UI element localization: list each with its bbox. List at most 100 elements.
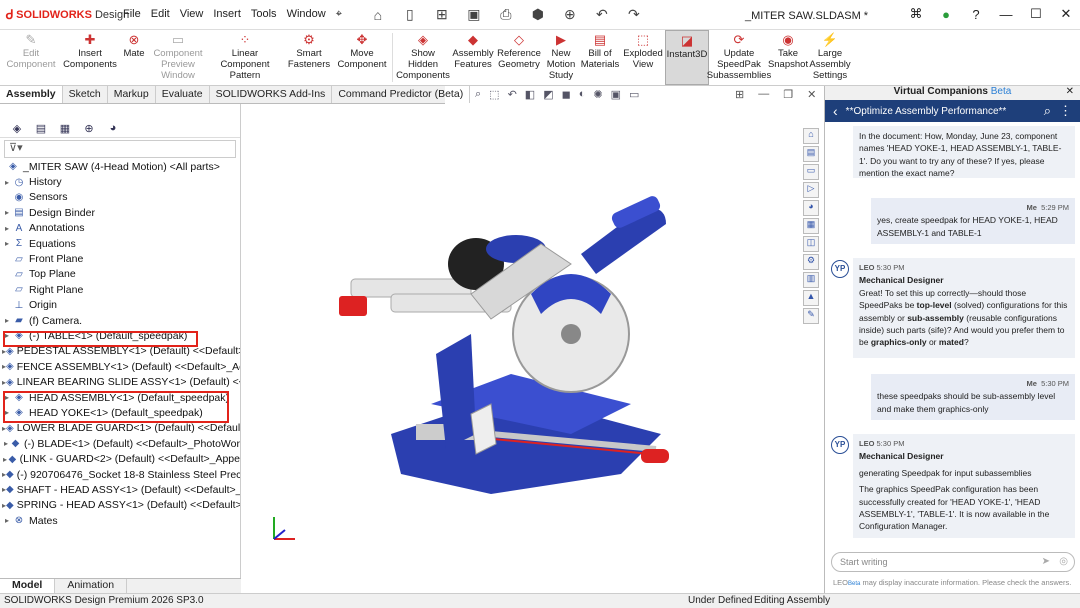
tree-item[interactable]: ▸ ◆ (LINK - GUARD<2> (Default) <<Default>_…: [0, 451, 240, 466]
expand-arrow-icon[interactable]: ▸: [2, 239, 12, 248]
section-view-icon[interactable]: ◧: [525, 88, 535, 101]
feature-manager-icon[interactable]: ◈: [8, 122, 26, 135]
expand-arrow-icon[interactable]: ▸: [2, 224, 12, 233]
settings-icon[interactable]: ◎: [1059, 556, 1068, 567]
tree-item[interactable]: ▱ Right Plane: [0, 282, 240, 297]
tree-item[interactable]: ▱ Top Plane: [0, 267, 240, 282]
menu-window[interactable]: Window: [282, 8, 331, 21]
forum-icon[interactable]: ◫: [803, 236, 819, 252]
globe-icon[interactable]: ⊕: [559, 6, 581, 23]
hide-show-icon[interactable]: ◐: [579, 88, 586, 101]
update-speedpak-button[interactable]: ⟳ Update SpeedPak Subassemblies: [707, 30, 771, 85]
expand-arrow-icon[interactable]: ▸: [2, 316, 12, 325]
print-icon[interactable]: ⎙: [495, 6, 517, 23]
new-icon[interactable]: ▯: [399, 6, 421, 23]
viewport-close-icon[interactable]: ✕: [807, 88, 816, 101]
back-icon[interactable]: ‹: [833, 103, 838, 119]
tree-item[interactable]: ▸ Σ Equations: [0, 236, 240, 251]
expand-arrow-icon[interactable]: ▸: [2, 178, 12, 187]
menu-file[interactable]: File: [118, 8, 146, 21]
toolbox-icon[interactable]: ⚙: [803, 254, 819, 270]
tab-command-predictor[interactable]: Command Predictor (Beta): [332, 86, 471, 103]
help-icon[interactable]: ?: [968, 7, 984, 22]
undo-icon[interactable]: ↶: [591, 6, 613, 23]
tips-icon[interactable]: ▲: [803, 290, 819, 306]
expand-arrow-icon[interactable]: ▸: [2, 516, 12, 525]
scene-icon[interactable]: ▣: [611, 88, 621, 101]
view-settings-icon[interactable]: ▭: [629, 88, 639, 101]
linear-component-pattern-button[interactable]: ⁘ Linear Component Pattern: [206, 30, 284, 85]
custom-properties-icon[interactable]: ▦: [803, 218, 819, 234]
redo-icon[interactable]: ↷: [623, 6, 645, 23]
tree-item[interactable]: ▸ ◆ (-) BLADE<1> (Default) <<Default>_Phot…: [0, 436, 240, 451]
show-hidden-components-button[interactable]: ◈ Show Hidden Components: [395, 30, 451, 85]
tree-item[interactable]: ▸ ◆ SPRING - HEAD ASSY<1> (Default) <<Defa…: [0, 498, 240, 513]
chat-input[interactable]: Start writing ➤ ◎: [831, 552, 1075, 572]
take-snapshot-button[interactable]: ◉ Take Snapshot: [768, 30, 808, 85]
property-manager-icon[interactable]: ▤: [32, 122, 50, 135]
tree-item[interactable]: ▸ ▰ (f) Camera.: [0, 313, 240, 328]
design-library-icon[interactable]: ▤: [803, 146, 819, 162]
tab-markup[interactable]: Markup: [108, 86, 156, 103]
table-icon[interactable]: ▥: [803, 272, 819, 288]
open-icon[interactable]: ⊞: [431, 6, 453, 23]
close-icon[interactable]: ✕: [1058, 6, 1074, 22]
menu-tools[interactable]: Tools: [246, 8, 282, 21]
reference-geometry-button[interactable]: ◇ Reference Geometry: [495, 30, 543, 85]
tab-model[interactable]: Model: [0, 579, 56, 593]
tab-assembly[interactable]: Assembly: [0, 86, 63, 103]
file-explorer-icon[interactable]: ▭: [803, 164, 819, 180]
panel-close-icon[interactable]: ✕: [1066, 86, 1074, 97]
search-icon[interactable]: ⌕: [1044, 103, 1051, 119]
edit-component-button[interactable]: ✎ Edit Component: [0, 30, 62, 85]
mate-button[interactable]: ⊗ Mate: [118, 30, 150, 85]
previous-view-icon[interactable]: ↶: [508, 88, 517, 101]
viewport-restore-icon[interactable]: ❐: [783, 88, 793, 101]
tree-item[interactable]: ▸ ◆ (-) 920706476_Socket 18-8 Stainless St…: [0, 467, 240, 482]
component-preview-window-button[interactable]: ▭ Component Preview Window: [150, 30, 206, 85]
dimxpert-icon[interactable]: ⊕: [80, 122, 98, 135]
tree-item[interactable]: ▱ Front Plane: [0, 251, 240, 266]
insert-components-button[interactable]: ✚ Insert Components: [62, 30, 118, 85]
minimize-icon[interactable]: —: [998, 7, 1014, 22]
display-style-icon[interactable]: ◼: [562, 88, 571, 101]
viewport-minimize-icon[interactable]: —: [758, 88, 769, 101]
assembly-features-button[interactable]: ◆ Assembly Features: [451, 30, 495, 85]
tree-item[interactable]: ▸ ▤ Design Binder: [0, 205, 240, 220]
send-icon[interactable]: ➤: [1042, 556, 1050, 567]
more-menu-icon[interactable]: ⋮: [1059, 103, 1072, 119]
view-palette-icon[interactable]: ▷: [803, 182, 819, 198]
tree-item[interactable]: ▸ ◈ FENCE ASSEMBLY<1> (Default) <<Default>…: [0, 359, 240, 374]
tab-sketch[interactable]: Sketch: [63, 86, 108, 103]
tree-item[interactable]: ⊥ Origin: [0, 298, 240, 313]
tree-item[interactable]: ▸ ◷ History: [0, 174, 240, 189]
view-orientation-icon[interactable]: ◩: [543, 88, 553, 101]
configuration-manager-icon[interactable]: ▦: [56, 122, 74, 135]
miter-saw-model[interactable]: [241, 104, 824, 593]
rebuild-icon[interactable]: ⬢: [527, 6, 549, 23]
edit-appearance-icon[interactable]: ✺: [593, 88, 602, 101]
tree-item[interactable]: ▸ ⊗ Mates: [0, 513, 240, 528]
tab-evaluate[interactable]: Evaluate: [156, 86, 210, 103]
notes-icon[interactable]: ✎: [803, 308, 819, 324]
large-assembly-settings-button[interactable]: ⚡ Large Assembly Settings: [807, 30, 853, 85]
zoom-area-icon[interactable]: ⬚: [489, 88, 499, 101]
tree-filter[interactable]: ⊽▾: [4, 140, 236, 158]
smart-fasteners-button[interactable]: ⚙ Smart Fasteners: [284, 30, 334, 85]
zoom-fit-icon[interactable]: ⌕: [475, 88, 481, 101]
tab-animation[interactable]: Animation: [55, 579, 128, 593]
expand-arrow-icon[interactable]: ▸: [2, 208, 12, 217]
user-icon[interactable]: ●: [938, 7, 954, 22]
expand-arrow-icon[interactable]: ▸: [2, 439, 10, 448]
solidworks-resources-icon[interactable]: ⌂: [803, 128, 819, 144]
new-motion-study-button[interactable]: ▶ New Motion Study: [543, 30, 579, 85]
display-manager-icon[interactable]: ◕: [104, 122, 122, 135]
appearances-icon[interactable]: ◕: [803, 200, 819, 216]
menu-insert[interactable]: Insert: [208, 8, 246, 21]
save-icon[interactable]: ▣: [463, 6, 485, 23]
instant3d-button[interactable]: ◪ Instant3D: [665, 30, 709, 85]
tree-item[interactable]: ▸ ◈ LINEAR BEARING SLIDE ASSY<1> (Default)…: [0, 374, 240, 389]
app-logo[interactable]: Ꮷ SOLIDWORKS Design: [0, 7, 129, 23]
viewport-expand-icon[interactable]: ⊞: [735, 88, 744, 101]
menu-view[interactable]: View: [175, 8, 209, 21]
